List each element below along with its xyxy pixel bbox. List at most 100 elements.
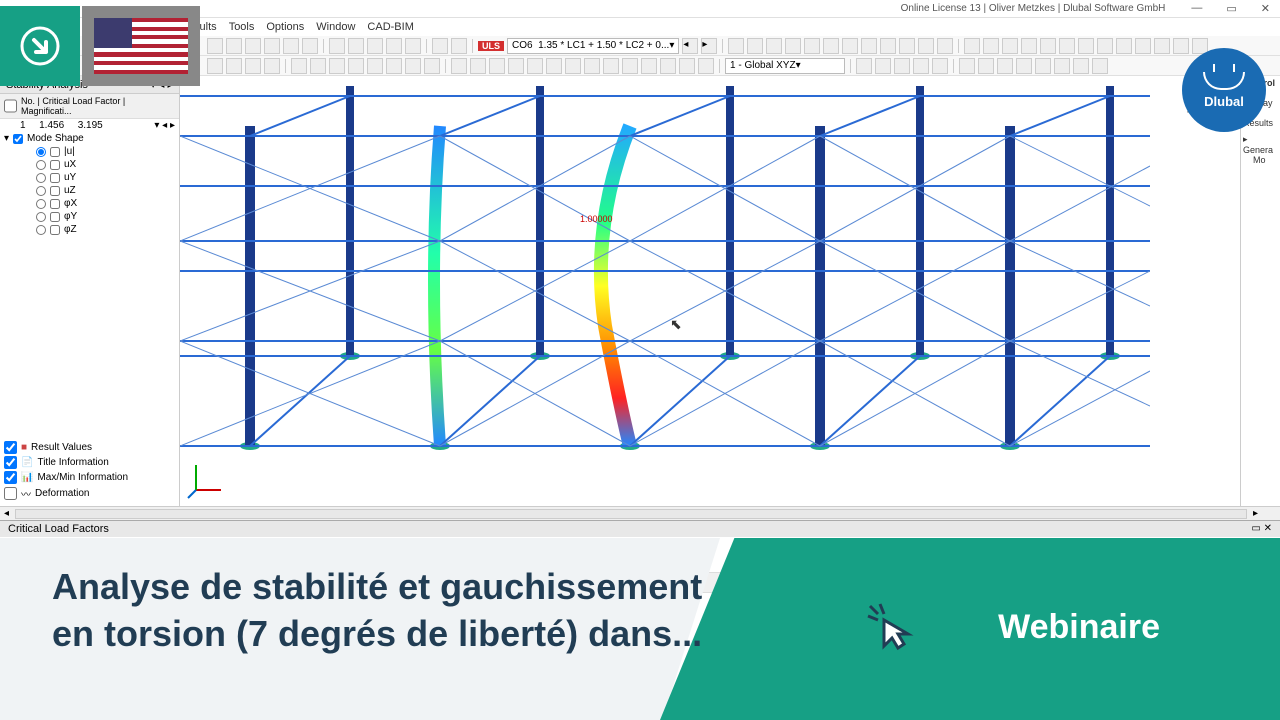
tree-mode-shape[interactable]: ▾ Mode Shape <box>0 132 179 145</box>
radio-u[interactable]: |u| <box>0 145 179 158</box>
tb-btn[interactable] <box>766 38 782 54</box>
cb-deformation[interactable] <box>4 487 17 500</box>
tb-btn[interactable] <box>489 58 505 74</box>
tb-btn[interactable] <box>698 58 714 74</box>
menu-cadbim[interactable]: CAD-BIM <box>367 21 413 33</box>
tb-btn[interactable] <box>245 58 261 74</box>
tb-btn[interactable] <box>226 38 242 54</box>
tb-btn[interactable] <box>302 38 318 54</box>
tb-btn[interactable] <box>1078 38 1094 54</box>
tb-btn[interactable] <box>1040 38 1056 54</box>
tb-btn[interactable] <box>964 38 980 54</box>
tb-btn[interactable] <box>1154 38 1170 54</box>
radio-phiz[interactable]: φZ <box>0 223 179 236</box>
tb-btn[interactable] <box>1116 38 1132 54</box>
tb-btn[interactable] <box>1173 38 1189 54</box>
menu-tools[interactable]: Tools <box>229 21 255 33</box>
tb-btn[interactable] <box>451 38 467 54</box>
tb-btn[interactable] <box>348 38 364 54</box>
minimize-button[interactable]: — <box>1185 2 1208 15</box>
tb-btn[interactable] <box>875 58 891 74</box>
tb-btn[interactable] <box>932 58 948 74</box>
tb-btn[interactable] <box>1097 38 1113 54</box>
radio-phix[interactable]: φX <box>0 197 179 210</box>
tb-btn[interactable] <box>728 38 744 54</box>
tb-btn[interactable] <box>565 58 581 74</box>
tb-prev[interactable]: ◂ <box>682 38 698 54</box>
tb-btn[interactable] <box>997 58 1013 74</box>
tb-btn[interactable] <box>1073 58 1089 74</box>
tb-btn[interactable] <box>937 38 953 54</box>
tb-btn[interactable] <box>432 38 448 54</box>
tb-btn[interactable] <box>913 58 929 74</box>
tb-btn[interactable] <box>861 38 877 54</box>
panel-controls[interactable]: ▭ ✕ <box>1251 523 1272 535</box>
maximize-button[interactable]: ▭ <box>1220 2 1242 15</box>
tb-btn[interactable] <box>880 38 896 54</box>
tb-btn[interactable] <box>856 58 872 74</box>
tb-btn[interactable] <box>823 38 839 54</box>
tb-btn[interactable] <box>584 58 600 74</box>
menu-window[interactable]: Window <box>316 21 355 33</box>
tb-btn[interactable] <box>1002 38 1018 54</box>
tb-btn[interactable] <box>367 58 383 74</box>
tb-btn[interactable] <box>1035 58 1051 74</box>
viewport-scrollbar[interactable]: ◂▸ <box>0 506 1280 520</box>
tb-btn[interactable] <box>1135 38 1151 54</box>
tb-btn[interactable] <box>405 58 421 74</box>
coord-system-combo[interactable]: 1 - Global XYZ ▾ <box>725 58 845 74</box>
tb-btn[interactable] <box>386 38 402 54</box>
tb-btn[interactable] <box>291 58 307 74</box>
tb-btn[interactable] <box>804 38 820 54</box>
tb-btn[interactable] <box>1016 58 1032 74</box>
cb-result-values[interactable] <box>4 441 17 454</box>
load-case-combo[interactable]: CO6 1.35 * LC1 + 1.50 * LC2 + 0... ▾ <box>507 38 679 54</box>
tb-btn[interactable] <box>348 58 364 74</box>
tb-btn[interactable] <box>283 38 299 54</box>
tb-btn[interactable] <box>983 38 999 54</box>
tb-btn[interactable] <box>1054 58 1070 74</box>
tree-row-result[interactable]: 1 1.456 3.195 ▾ ◂ ▸ <box>0 119 179 132</box>
tb-btn[interactable] <box>603 58 619 74</box>
tb-btn[interactable] <box>329 38 345 54</box>
radio-phiy[interactable]: φY <box>0 210 179 223</box>
tb-btn[interactable] <box>641 58 657 74</box>
tb-btn[interactable] <box>508 58 524 74</box>
tb-btn[interactable] <box>918 38 934 54</box>
tb-btn[interactable] <box>264 38 280 54</box>
tb-btn[interactable] <box>451 58 467 74</box>
mode-shape-check[interactable] <box>13 134 23 144</box>
tb-btn[interactable] <box>207 58 223 74</box>
tb-btn[interactable] <box>622 58 638 74</box>
radio-uy[interactable]: uY <box>0 171 179 184</box>
model-viewport[interactable]: 1.00000 ⬉ -X <box>180 76 1240 506</box>
tb-btn[interactable] <box>386 58 402 74</box>
tb-btn[interactable] <box>329 58 345 74</box>
tb-btn[interactable] <box>527 58 543 74</box>
tb-btn[interactable] <box>1021 38 1037 54</box>
tb-btn[interactable] <box>978 58 994 74</box>
tb-btn[interactable] <box>747 38 763 54</box>
tb-btn[interactable] <box>1092 58 1108 74</box>
tb-btn[interactable] <box>959 58 975 74</box>
radio-ux[interactable]: uX <box>0 158 179 171</box>
tb-btn[interactable] <box>785 38 801 54</box>
tb-btn[interactable] <box>367 38 383 54</box>
tb-btn[interactable] <box>1059 38 1075 54</box>
tb-btn[interactable] <box>842 38 858 54</box>
tb-btn[interactable] <box>226 58 242 74</box>
tb-btn[interactable] <box>310 58 326 74</box>
tb-btn[interactable] <box>264 58 280 74</box>
tb-btn[interactable] <box>546 58 562 74</box>
tb-btn[interactable] <box>470 58 486 74</box>
tb-btn[interactable] <box>660 58 676 74</box>
cb-maxmin[interactable] <box>4 471 17 484</box>
tb-next[interactable]: ▸ <box>701 38 717 54</box>
cb-title-info[interactable] <box>4 456 17 469</box>
tb-btn[interactable] <box>679 58 695 74</box>
close-button[interactable]: ✕ <box>1255 2 1276 15</box>
tb-btn[interactable] <box>424 58 440 74</box>
tb-btn[interactable] <box>899 38 915 54</box>
tb-btn[interactable] <box>405 38 421 54</box>
radio-uz[interactable]: uZ <box>0 184 179 197</box>
